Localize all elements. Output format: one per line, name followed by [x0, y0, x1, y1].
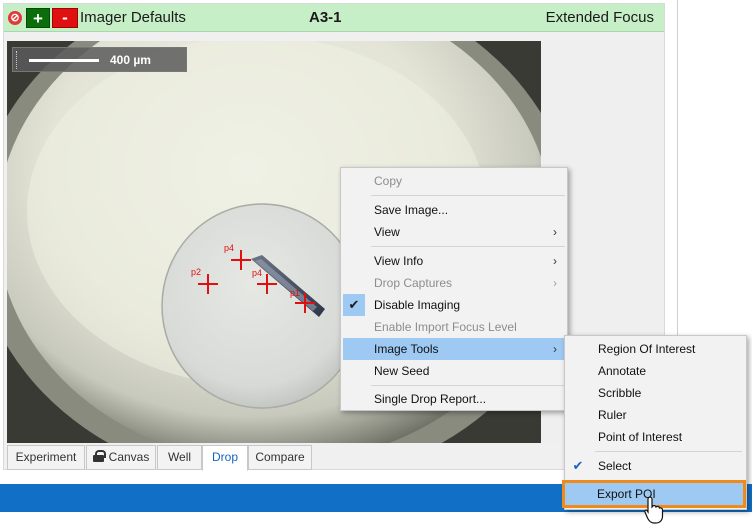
menu-item-label: Select: [598, 459, 632, 473]
menu-item-select[interactable]: Select: [567, 455, 744, 477]
menu-item-scribble[interactable]: Scribble: [567, 382, 744, 404]
tab-label: Well: [167, 450, 192, 464]
poi-label: p1: [290, 288, 300, 298]
menu-item-label: Enable Import Focus Level: [374, 320, 517, 334]
menu-item-label: Copy: [374, 174, 403, 188]
menu-item-image-tools[interactable]: Image Tools ›: [343, 338, 565, 360]
menu-item-save-image[interactable]: Save Image...: [343, 199, 565, 221]
tab-label: Experiment: [15, 450, 77, 464]
menu-item-region-of-interest[interactable]: Region Of Interest: [567, 338, 744, 360]
menu-item-label: Save Image...: [374, 203, 449, 217]
chevron-right-icon: ›: [553, 254, 557, 268]
menu-item-label: Disable Imaging: [374, 298, 461, 312]
tab-experiment[interactable]: Experiment: [7, 445, 85, 470]
settings-title: Imager Defaults: [80, 9, 186, 26]
menu-item-label: View Info: [374, 254, 424, 268]
menu-separator: [595, 451, 742, 452]
menu-item-enable-import-focus[interactable]: Enable Import Focus Level: [343, 316, 565, 338]
tab-drop[interactable]: Drop: [202, 445, 248, 471]
menu-item-view[interactable]: View ›: [343, 221, 565, 243]
menu-item-label: Annotate: [598, 364, 647, 378]
menu-separator: [371, 195, 565, 196]
imaging-mode: Extended Focus: [545, 9, 654, 26]
chevron-right-icon: ›: [553, 342, 557, 356]
menu-item-label: Single Drop Report...: [374, 392, 487, 406]
menu-item-point-of-interest[interactable]: Point of Interest: [567, 426, 744, 448]
lock-icon: [92, 450, 106, 462]
menu-item-label: New Seed: [374, 364, 430, 378]
remove-button[interactable]: -: [52, 8, 78, 28]
menu-item-single-drop-report[interactable]: Single Drop Report...: [343, 388, 565, 410]
menu-separator: [371, 246, 565, 247]
well-id: A3-1: [309, 9, 342, 26]
menu-item-new-seed[interactable]: New Seed: [343, 360, 565, 382]
menu-item-disable-imaging[interactable]: Disable Imaging: [343, 294, 565, 316]
chevron-right-icon: ›: [553, 225, 557, 239]
context-menu: Copy Save Image... View › View Info › Drop…: [340, 167, 568, 411]
menu-item-copy[interactable]: Copy: [343, 170, 565, 192]
poi-marker-p1[interactable]: p1: [290, 288, 315, 313]
menu-item-label: Scribble: [598, 386, 642, 400]
poi-marker-p2[interactable]: p2: [191, 267, 218, 294]
tab-label: Drop: [211, 450, 238, 464]
tab-well[interactable]: Well: [157, 445, 202, 470]
chevron-right-icon: ›: [553, 276, 557, 290]
tab-label: Compare: [255, 450, 305, 464]
mouse-pointer-icon: [644, 496, 664, 524]
menu-item-annotate[interactable]: Annotate: [567, 360, 744, 382]
menu-separator: [371, 385, 565, 386]
tab-compare[interactable]: Compare: [248, 445, 312, 470]
no-entry-icon[interactable]: ⊘: [8, 11, 22, 25]
menu-item-drop-captures[interactable]: Drop Captures ›: [343, 272, 565, 294]
menu-item-label: Ruler: [598, 408, 627, 422]
tab-canvas[interactable]: Canvas: [86, 445, 156, 470]
menu-item-label: Region Of Interest: [598, 342, 696, 356]
menu-item-label: Drop Captures: [374, 276, 453, 290]
poi-marker-p3[interactable]: p4: [224, 243, 251, 270]
add-button[interactable]: +: [26, 8, 50, 28]
menu-item-label: Point of Interest: [598, 430, 683, 444]
menu-item-label: View: [374, 225, 400, 239]
poi-label: p4: [224, 243, 234, 253]
menu-item-ruler[interactable]: Ruler: [567, 404, 744, 426]
poi-label: p2: [191, 267, 201, 277]
tab-label: Canvas: [108, 450, 150, 464]
panel-header: ⊘ + - Imager Defaults A3-1 Extended Focu…: [4, 4, 664, 32]
poi-marker-p4[interactable]: p4: [252, 268, 277, 294]
menu-item-label: Image Tools: [374, 342, 439, 356]
poi-label: p4: [252, 268, 262, 278]
divider: [677, 0, 678, 335]
menu-item-view-info[interactable]: View Info ›: [343, 250, 565, 272]
